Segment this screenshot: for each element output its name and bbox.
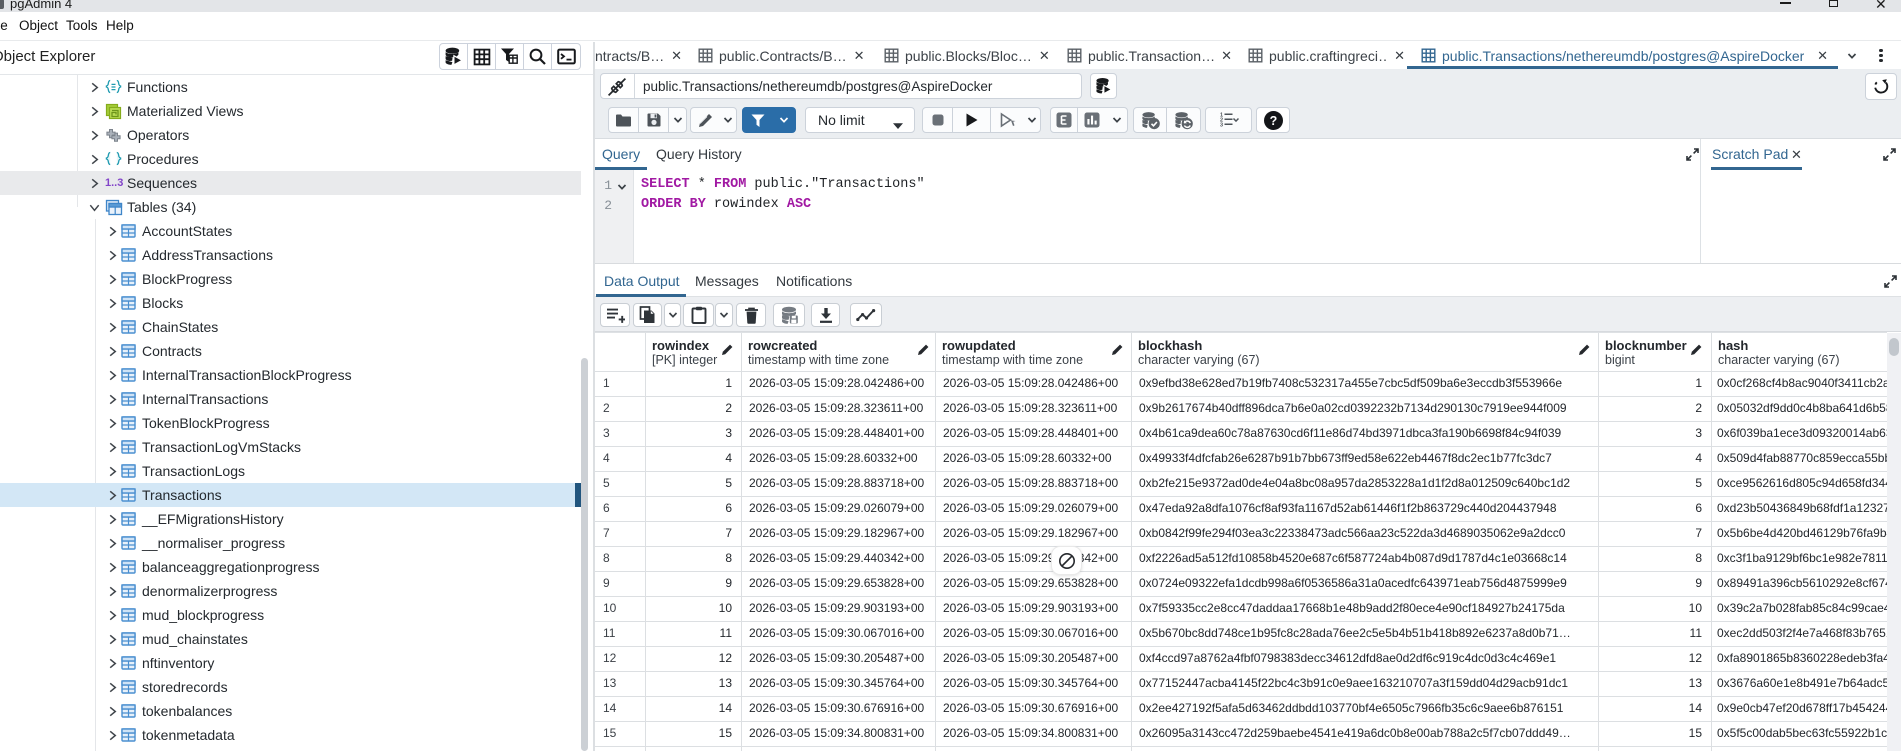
svg-text:?: ?	[1269, 114, 1277, 128]
svg-text:3: 3	[1220, 122, 1223, 128]
